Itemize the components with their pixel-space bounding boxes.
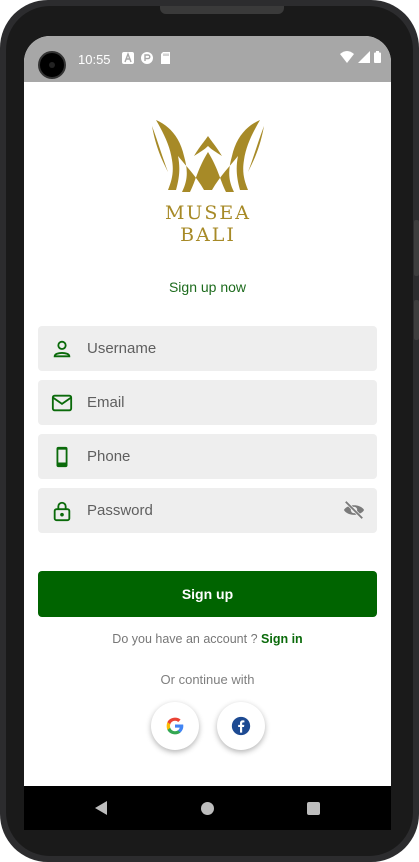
account-prompt-row: Do you have an account ? Sign in: [24, 632, 391, 646]
status-time: 10:55: [78, 52, 111, 67]
email-input[interactable]: [85, 393, 329, 412]
username-field[interactable]: [38, 326, 377, 371]
notification-a-icon: [122, 52, 134, 64]
wifi-icon: [340, 51, 354, 63]
google-icon: [166, 717, 184, 735]
power-button: [414, 300, 419, 340]
device-top-notch: [160, 6, 284, 14]
person-icon: [53, 340, 71, 357]
recent-apps-icon[interactable]: [307, 802, 320, 815]
logo-text-bali: BALI: [180, 224, 236, 246]
email-field[interactable]: [38, 380, 377, 425]
phone-icon: [56, 446, 68, 467]
signup-button[interactable]: Sign up: [38, 571, 377, 617]
account-prompt-text: Do you have an account ?: [112, 632, 262, 646]
home-icon[interactable]: [201, 802, 214, 815]
phone-field[interactable]: [38, 434, 377, 479]
lock-icon: [53, 501, 71, 521]
status-bar: 10:55: [24, 36, 391, 82]
battery-icon: [374, 51, 381, 63]
password-input[interactable]: [85, 501, 329, 520]
continue-with-text: Or continue with: [160, 672, 255, 687]
front-camera: [38, 51, 66, 79]
username-input[interactable]: [85, 339, 329, 358]
cell-signal-icon: [358, 51, 370, 63]
sd-card-icon: [161, 52, 170, 64]
eye-off-icon[interactable]: [343, 499, 365, 521]
android-nav-bar: [24, 786, 391, 830]
password-field[interactable]: [38, 488, 377, 533]
notification-app-icon: [141, 52, 153, 64]
facebook-login-button[interactable]: [217, 702, 265, 750]
mail-icon: [51, 394, 73, 411]
signin-link[interactable]: Sign in: [261, 632, 303, 646]
google-login-button[interactable]: [151, 702, 199, 750]
page-subtitle: Sign up now: [168, 279, 247, 295]
phone-input[interactable]: [85, 447, 329, 466]
logo-text-musea: MUSEA: [164, 202, 252, 224]
logo-emblem-icon: [152, 120, 264, 192]
volume-button: [414, 220, 419, 276]
musea-bali-logo: MUSEA BALI: [148, 116, 268, 246]
facebook-icon: [231, 716, 251, 736]
back-icon[interactable]: [94, 800, 108, 816]
app-screen: 10:55 MUSEA BALI Sign up now Username Em…: [24, 36, 391, 786]
